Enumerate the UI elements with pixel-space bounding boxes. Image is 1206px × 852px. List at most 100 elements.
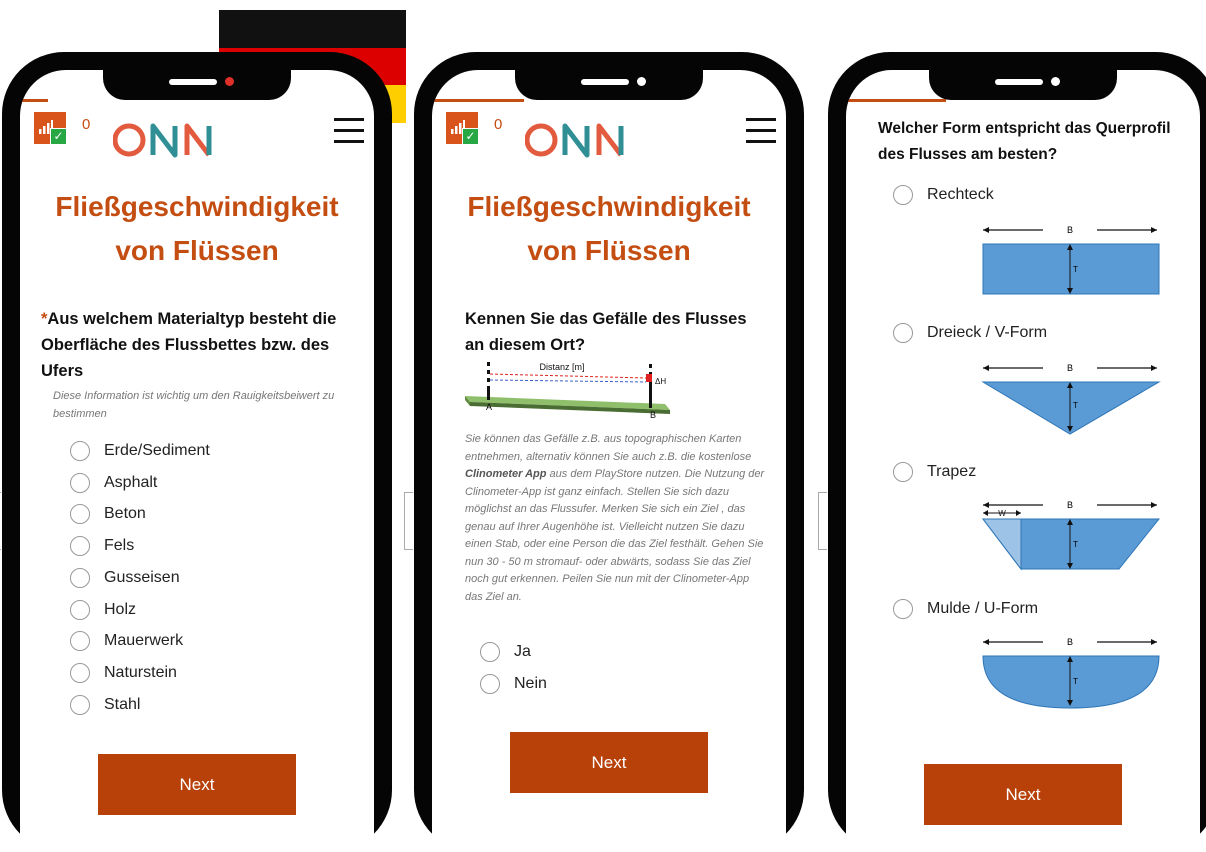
- option-gusseisen[interactable]: Gusseisen: [70, 562, 374, 594]
- hamburger-menu-icon[interactable]: [334, 118, 364, 151]
- signal-app-icon[interactable]: ✓: [34, 112, 67, 145]
- option-trapez[interactable]: Trapez: [893, 459, 976, 485]
- check-icon: ✓: [50, 128, 67, 145]
- material-options: Erde/Sediment Asphalt Beton Fels Gusseis…: [70, 435, 374, 721]
- app-header: ✓ 0: [20, 112, 374, 162]
- dreieck-diagram: B T: [981, 363, 1161, 435]
- radio-button[interactable]: [70, 567, 90, 588]
- depth-label: T: [1073, 540, 1078, 549]
- question-text: Welcher Form entspricht das Querprofil d…: [878, 120, 1171, 163]
- option-label: Beton: [104, 505, 146, 523]
- distance-label: Distanz [m]: [539, 362, 584, 372]
- radio-button[interactable]: [893, 323, 913, 343]
- radio-button[interactable]: [893, 462, 913, 482]
- notch: [515, 70, 703, 100]
- radio-button[interactable]: [893, 185, 913, 205]
- clinometer-app-link: Clinometer App: [465, 468, 547, 480]
- radio-button[interactable]: [480, 641, 500, 662]
- option-dreieck[interactable]: Dreieck / V-Form: [893, 320, 1047, 346]
- radio-button[interactable]: [70, 504, 90, 525]
- option-nein[interactable]: Nein: [480, 668, 786, 700]
- phone-slope-question: ✓ 0 Fließgeschwindigkeit von Flüssen Ken…: [404, 52, 804, 852]
- title-line-2: von Flüssen: [527, 235, 691, 266]
- title-line-1: Fließgeschwindigkeit: [55, 191, 339, 222]
- option-label: Naturstein: [104, 664, 177, 682]
- hint-text: Sie können das Gefälle z.B. aus topograp…: [465, 431, 768, 606]
- option-label: Holz: [104, 600, 137, 618]
- page-title: Fließgeschwindigkeit von Flüssen: [432, 185, 786, 273]
- depth-label: T: [1073, 401, 1078, 410]
- notch: [103, 70, 291, 100]
- option-stahl[interactable]: Stahl: [70, 689, 374, 721]
- question-text: *Aus welchem Materialtyp besteht die Obe…: [41, 306, 356, 384]
- point-b-label: B: [650, 410, 656, 420]
- onn-logo[interactable]: [112, 122, 223, 164]
- radio-button[interactable]: [893, 599, 913, 619]
- option-fels[interactable]: Fels: [70, 530, 374, 562]
- option-label: Asphalt: [104, 473, 158, 491]
- check-icon: ✓: [462, 128, 479, 145]
- page-title: Fließgeschwindigkeit von Flüssen: [20, 185, 374, 273]
- w-label: W: [998, 509, 1006, 518]
- mulde-diagram: B T: [982, 637, 1160, 709]
- radio-button[interactable]: [70, 440, 90, 461]
- screen: ✓ 0 Fließgeschwindigkeit von Flüssen Ken…: [432, 70, 786, 852]
- radio-button[interactable]: [70, 663, 90, 684]
- option-label: Mulde / U-Form: [927, 600, 1039, 617]
- hamburger-menu-icon[interactable]: [746, 118, 776, 151]
- phone-profile-question: Welcher Form entspricht das Querprofil d…: [818, 52, 1206, 852]
- width-label: B: [1067, 637, 1073, 647]
- radio-button[interactable]: [70, 536, 90, 557]
- depth-label: T: [1073, 265, 1078, 274]
- hint-part-2: aus dem PlayStore nutzen. Die Nutzung de…: [465, 468, 765, 603]
- title-line-1: Fließgeschwindigkeit: [467, 191, 751, 222]
- point-a-label: A: [486, 402, 492, 412]
- delta-h-label: ΔH: [655, 377, 666, 386]
- question-text: Kennen Sie das Gefälle des Flusses an di…: [465, 310, 747, 354]
- option-mauerwerk[interactable]: Mauerwerk: [70, 626, 374, 658]
- progress-bar: [20, 99, 48, 102]
- radio-button[interactable]: [70, 472, 90, 493]
- signal-app-icon[interactable]: ✓: [446, 112, 479, 145]
- option-holz[interactable]: Holz: [70, 594, 374, 626]
- option-naturstein[interactable]: Naturstein: [70, 657, 374, 689]
- option-ja[interactable]: Ja: [480, 636, 786, 668]
- trapez-diagram: B W T: [981, 500, 1161, 571]
- side-button: [818, 492, 827, 550]
- question-label: Aus welchem Materialtyp besteht die Ober…: [41, 310, 337, 380]
- option-label: Fels: [104, 537, 135, 555]
- width-label: B: [1067, 225, 1073, 235]
- next-button[interactable]: Next: [924, 764, 1122, 825]
- side-button: [0, 492, 1, 550]
- onn-logo[interactable]: [524, 122, 635, 164]
- option-mulde[interactable]: Mulde / U-Form: [893, 596, 1038, 622]
- option-label: Erde/Sediment: [104, 441, 210, 459]
- option-label: Trapez: [927, 463, 977, 480]
- radio-button[interactable]: [70, 631, 90, 652]
- option-label: Ja: [514, 642, 531, 660]
- option-label: Nein: [514, 674, 547, 692]
- yes-no-options: Ja Nein: [480, 636, 786, 700]
- radio-button[interactable]: [70, 694, 90, 715]
- option-label: Stahl: [104, 695, 141, 713]
- option-label: Dreieck / V-Form: [927, 324, 1048, 341]
- next-button[interactable]: Next: [98, 754, 296, 815]
- phone-material-question: ✓ 0 Fließgeschwindigkeit von Flüssen *Au…: [0, 52, 392, 852]
- depth-label: T: [1073, 677, 1078, 686]
- radio-button[interactable]: [480, 673, 500, 694]
- option-asphalt[interactable]: Asphalt: [70, 467, 374, 499]
- option-rechteck[interactable]: Rechteck: [893, 182, 994, 208]
- app-header: ✓ 0: [432, 112, 786, 162]
- hint-text: Diese Information ist wichtig um den Rau…: [53, 390, 335, 420]
- option-beton[interactable]: Beton: [70, 499, 374, 531]
- side-button: [404, 492, 413, 550]
- width-label: B: [1067, 363, 1073, 373]
- screen: Welcher Form entspricht das Querprofil d…: [846, 70, 1200, 852]
- title-line-2: von Flüssen: [115, 235, 279, 266]
- option-erde-sediment[interactable]: Erde/Sediment: [70, 435, 374, 467]
- slope-diagram: Distanz [m] ΔH A B: [465, 362, 670, 420]
- screen: ✓ 0 Fließgeschwindigkeit von Flüssen *Au…: [20, 70, 374, 852]
- points-counter: 0: [82, 116, 91, 133]
- next-button[interactable]: Next: [510, 732, 708, 793]
- radio-button[interactable]: [70, 599, 90, 620]
